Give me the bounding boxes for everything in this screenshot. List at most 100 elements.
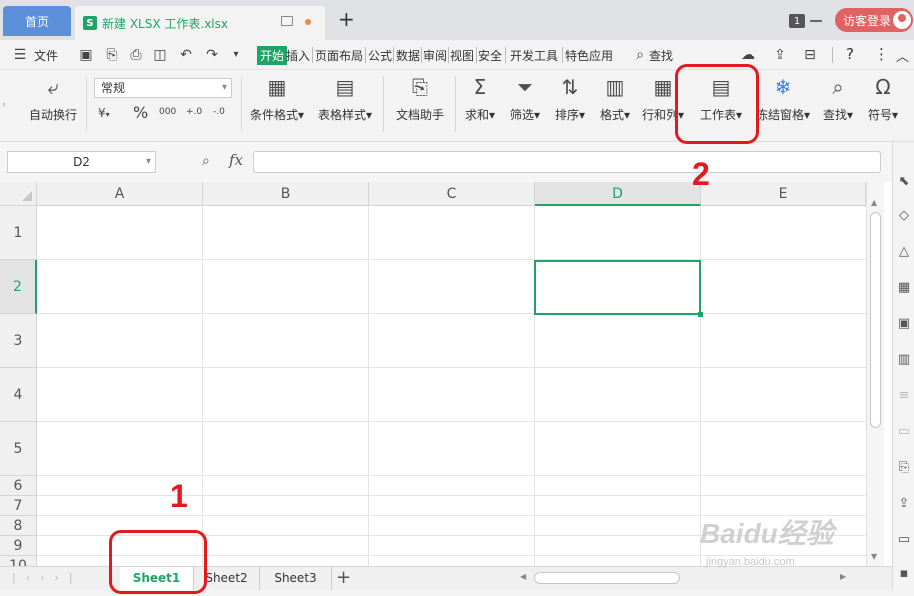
- freeze-panes-button[interactable]: ❄ 冻结窗格▾: [752, 74, 814, 123]
- column-header-b[interactable]: B: [203, 182, 369, 206]
- symbol-label: 符号▾: [867, 108, 899, 122]
- row-header-2[interactable]: 2: [0, 260, 37, 314]
- help-icon[interactable]: ?: [846, 45, 854, 63]
- column-header-a[interactable]: A: [37, 182, 203, 206]
- tab-home[interactable]: 开始: [257, 46, 288, 65]
- row-header-9[interactable]: 9: [0, 536, 37, 556]
- scroll-left-icon[interactable]: ◀: [520, 572, 526, 581]
- print-preview-icon[interactable]: ◫: [152, 47, 168, 63]
- menu-search[interactable]: 查找: [649, 47, 673, 64]
- horizontal-scrollbar[interactable]: ◀ ▶: [520, 570, 850, 586]
- cursor-icon[interactable]: ⬉: [896, 174, 912, 190]
- export-side-icon[interactable]: ⇪: [896, 496, 912, 512]
- comment-icon[interactable]: ▭: [896, 424, 912, 440]
- grid-view-icon[interactable]: ▣: [896, 316, 912, 332]
- thousands-separator-button[interactable]: 000: [159, 107, 176, 117]
- print-icon[interactable]: ⎙: [128, 47, 144, 63]
- sheet-tab-sheet3[interactable]: Sheet3: [260, 567, 332, 590]
- minimize-icon[interactable]: [810, 20, 822, 22]
- doc-assistant-button[interactable]: ⎘ 文档助手: [392, 74, 448, 123]
- vertical-scrollbar[interactable]: ▲ ▼: [866, 182, 884, 566]
- name-box[interactable]: D2: [7, 151, 156, 173]
- conditional-format-button[interactable]: ▦ 条件格式▾: [246, 74, 308, 123]
- monitor-icon[interactable]: [281, 16, 293, 26]
- menu-file[interactable]: 文件: [34, 47, 58, 64]
- decrease-decimal-button[interactable]: -.0: [213, 107, 225, 117]
- share-icon[interactable]: ⇪: [772, 47, 788, 63]
- number-format-select[interactable]: 常规: [94, 78, 232, 98]
- table-style-button[interactable]: ▤ 表格样式▾: [314, 74, 376, 123]
- settings-icon[interactable]: ≡: [896, 388, 912, 404]
- scroll-down-icon[interactable]: ▼: [871, 552, 877, 561]
- zoom-icon[interactable]: ⌕: [202, 153, 210, 169]
- row-header-4[interactable]: 4: [0, 368, 37, 422]
- undo-icon[interactable]: ↶: [178, 47, 194, 63]
- document-icon[interactable]: ⎘: [896, 460, 912, 476]
- find-button[interactable]: ⌕ 查找▾: [820, 74, 856, 123]
- format-button[interactable]: ▥ 格式▾: [595, 74, 635, 123]
- hamburger-menu-icon[interactable]: ☰: [12, 47, 28, 63]
- ribbon-scroll-left-icon[interactable]: ‹: [2, 100, 6, 110]
- tab-developer[interactable]: 开发工具: [510, 47, 558, 64]
- column-header-c[interactable]: C: [369, 182, 535, 206]
- row-header-10[interactable]: 10: [0, 556, 37, 566]
- selected-cell-d2[interactable]: [534, 260, 703, 317]
- save-icon[interactable]: ▣: [78, 47, 94, 63]
- style-icon[interactable]: △: [896, 244, 912, 260]
- increase-decimal-button[interactable]: +.0: [186, 107, 202, 117]
- tab-review[interactable]: 审阅: [423, 47, 447, 64]
- row-header-5[interactable]: 5: [0, 422, 37, 476]
- guest-login-button[interactable]: 访客登录: [835, 8, 913, 32]
- wrap-text-button[interactable]: ⤶ 自动换行: [26, 74, 80, 123]
- row-header-8[interactable]: 8: [0, 516, 37, 536]
- export-icon[interactable]: ⎘: [104, 47, 120, 63]
- sheet-nav-icon[interactable]: |‹‹›|: [12, 571, 83, 584]
- scroll-right-icon[interactable]: ▶: [840, 572, 846, 581]
- home-tab[interactable]: 首页: [3, 6, 71, 36]
- tab-security[interactable]: 安全: [478, 47, 502, 64]
- tab-view[interactable]: 视图: [450, 47, 474, 64]
- template-icon[interactable]: ▭: [896, 532, 912, 548]
- tab-page-layout[interactable]: 页面布局: [315, 47, 363, 64]
- select-all-corner[interactable]: [0, 182, 37, 206]
- formula-input[interactable]: [253, 151, 881, 173]
- new-tab-button[interactable]: +: [338, 9, 355, 29]
- spreadsheet-grid[interactable]: A B C D E 1 2 3 4 5 6 7 8 9 10: [0, 182, 866, 566]
- quick-access-dropdown-icon[interactable]: ▾: [228, 47, 244, 63]
- gridline: [37, 421, 866, 422]
- cloud-icon[interactable]: ☁: [740, 47, 756, 63]
- chart-icon[interactable]: ▥: [896, 352, 912, 368]
- sort-button[interactable]: ⇅ 排序▾: [550, 74, 590, 123]
- row-header-7[interactable]: 7: [0, 496, 37, 516]
- horizontal-scroll-thumb[interactable]: [534, 572, 680, 584]
- window-count-badge[interactable]: 1: [789, 14, 805, 28]
- table-icon[interactable]: ▦: [896, 280, 912, 296]
- collaborate-icon[interactable]: ⊟: [802, 47, 818, 63]
- currency-button[interactable]: ¥▾: [98, 106, 110, 120]
- filter-button[interactable]: ⏷ 筛选▾: [505, 74, 545, 123]
- sum-button[interactable]: Σ 求和▾: [462, 74, 498, 123]
- more-side-icon[interactable]: ▪: [896, 566, 912, 582]
- wrap-text-label: 自动换行: [28, 108, 77, 122]
- tab-formulas[interactable]: 公式: [368, 47, 392, 64]
- row-header-3[interactable]: 3: [0, 314, 37, 368]
- collapse-ribbon-icon[interactable]: ︿: [896, 46, 909, 65]
- row-header-6[interactable]: 6: [0, 476, 37, 496]
- symbol-button[interactable]: Ω 符号▾: [864, 74, 902, 123]
- more-options-icon[interactable]: ⋮: [874, 45, 889, 63]
- percent-button[interactable]: %: [133, 103, 148, 122]
- shapes-icon[interactable]: ◇: [896, 208, 912, 224]
- search-icon[interactable]: ⌕: [632, 47, 648, 63]
- scroll-up-icon[interactable]: ▲: [871, 198, 877, 207]
- tab-special[interactable]: 特色应用: [565, 47, 613, 64]
- row-header-1[interactable]: 1: [0, 206, 37, 260]
- document-tab[interactable]: S 新建 XLSX 工作表.xlsx: [75, 6, 325, 40]
- fx-icon[interactable]: fx: [229, 151, 243, 169]
- vertical-scroll-thumb[interactable]: [870, 212, 881, 428]
- column-header-e[interactable]: E: [701, 182, 866, 206]
- tab-insert[interactable]: 插入: [286, 47, 310, 64]
- tab-data[interactable]: 数据: [396, 47, 420, 64]
- column-header-d[interactable]: D: [535, 182, 701, 206]
- redo-icon[interactable]: ↷: [204, 47, 220, 63]
- add-sheet-button[interactable]: +: [336, 567, 351, 589]
